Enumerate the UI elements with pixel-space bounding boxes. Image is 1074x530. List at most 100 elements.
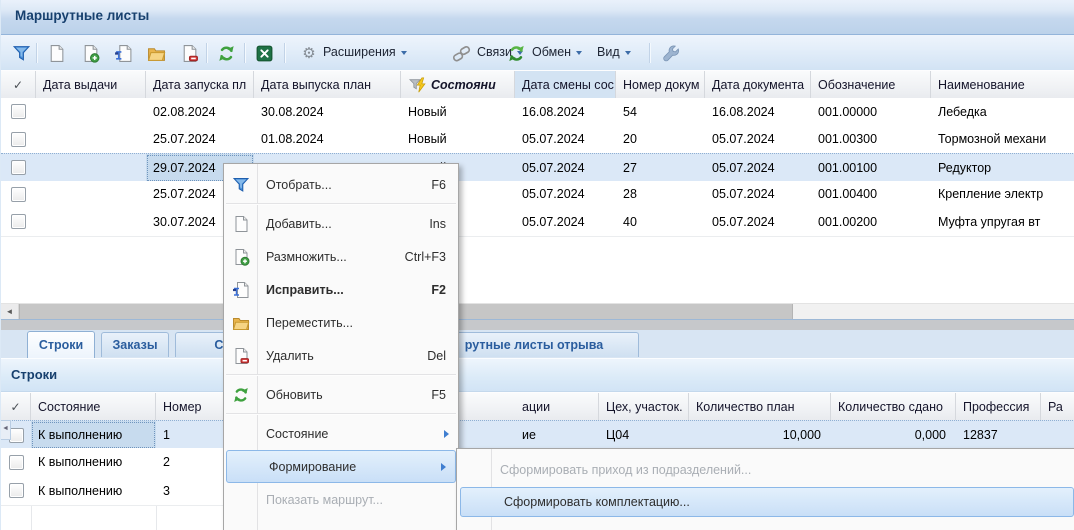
table-cell: 30.08.2024 (254, 98, 401, 126)
new-doc-icon (47, 44, 66, 63)
menu-item-shortcut: Ctrl+F3 (405, 250, 446, 264)
column-header[interactable]: Наименование (931, 71, 1074, 99)
menu-separator (226, 203, 456, 204)
row-checkbox[interactable] (11, 132, 26, 147)
table-cell: 05.07.2024 (515, 181, 616, 209)
table-cell (1, 181, 36, 209)
toolbar: ⚙ Расширения Связи Обмен Вид (1, 35, 1074, 71)
tab-1[interactable]: Строки (27, 331, 95, 358)
row-checkbox[interactable] (9, 483, 24, 498)
menu-item[interactable]: Переместить... (224, 306, 458, 339)
window-title-bar: Маршрутные листы (1, 0, 1074, 35)
scroll-left-button[interactable]: ◄ (1, 304, 19, 320)
table-row[interactable]: 29.07.202401.08.2024Новый05.07.20242705.… (1, 153, 1074, 183)
column-header[interactable]: Цех, участок. (599, 393, 689, 421)
table-cell (36, 181, 146, 209)
splitter-collapse-arrow[interactable]: ◄ (1, 420, 11, 440)
column-header[interactable]: Ра (1041, 393, 1074, 421)
table-row[interactable]: 25.07.202401.08.2024Новый05.07.20242005.… (1, 126, 1074, 155)
duplicate-doc-icon (81, 44, 100, 63)
routing-sheets-table: ✓ Дата выдачи Дата запуска пл Дата выпуска … (1, 70, 1074, 236)
menu-item: Показать маршрут... (224, 483, 458, 516)
menu-item-shortcut: F2 (431, 283, 446, 297)
column-header[interactable]: Количество план (689, 393, 831, 421)
column-header-label: Дата запуска пл (153, 78, 246, 92)
menu-item[interactable]: Размножить...Ctrl+F3 (224, 240, 458, 273)
column-header[interactable]: Дата документа (705, 71, 811, 99)
row-checkbox[interactable] (11, 160, 26, 175)
row-checkbox[interactable] (11, 214, 26, 229)
settings-button[interactable] (659, 41, 683, 65)
menu-item[interactable]: ОбновитьF5 (224, 378, 458, 411)
duplicate-button[interactable] (78, 41, 102, 65)
table-cell (36, 98, 146, 126)
column-header[interactable]: Обозначение (811, 71, 931, 99)
table-cell (1, 98, 36, 126)
column-header[interactable]: Номер (156, 393, 226, 421)
column-header[interactable]: ✓ (1, 71, 36, 99)
menu-item[interactable]: Сформировать комплектацию... (460, 487, 1074, 517)
table-row[interactable]: 30.07.2024Новый05.07.20244005.07.2024001… (1, 208, 1074, 237)
table-cell: 001.00300 (811, 126, 931, 154)
table-cell: 001.00000 (811, 98, 931, 126)
context-menu: Отобрать...F6 Добавить...InsРазмножить...… (223, 163, 459, 530)
table-row[interactable]: 02.08.202430.08.2024Новый16.08.20245416.… (1, 98, 1074, 127)
table-row[interactable]: К выполнению1иеЦ0410,0000,00012837 (1, 420, 1074, 450)
delete-button[interactable] (177, 41, 201, 65)
menu-item[interactable]: Добавить...Ins (224, 207, 458, 240)
column-header[interactable]: Количество сдано (831, 393, 956, 421)
menu-item-label: Сформировать комплектацию... (495, 495, 1073, 509)
column-header[interactable]: Состояни (401, 71, 515, 99)
exchange-button[interactable] (504, 41, 528, 65)
menu-item[interactable]: Исправить...F2 (224, 273, 458, 306)
column-header[interactable]: Дата выдачи (36, 71, 146, 99)
exchange-icon (507, 44, 526, 63)
refresh-icon (232, 386, 250, 404)
column-header[interactable]: ✓ (1, 393, 31, 421)
column-header[interactable]: Дата смены сос (515, 71, 616, 99)
links-button[interactable] (449, 41, 473, 65)
duplicate-doc-icon (224, 248, 257, 266)
tab-2[interactable]: Заказы (101, 332, 169, 357)
menu-item[interactable]: Отобрать...F6 (224, 168, 458, 201)
column-header[interactable]: Дата выпуска план (254, 71, 401, 99)
table-cell: 05.07.2024 (705, 181, 811, 209)
column-header-label: Состояние (38, 400, 100, 414)
row-checkbox[interactable] (9, 455, 24, 470)
edit-doc-icon (232, 281, 250, 299)
filter-button[interactable] (9, 41, 33, 65)
chevron-down-icon (576, 51, 582, 55)
column-header[interactable]: Дата запуска пл (146, 71, 254, 99)
menu-item-shortcut: Ins (429, 217, 446, 231)
table-cell: 05.07.2024 (705, 208, 811, 236)
exchange-menu[interactable]: Обмен (532, 35, 582, 70)
table-row[interactable]: 25.07.2024Новый05.07.20242805.07.2024001… (1, 181, 1074, 210)
export-excel-button[interactable] (252, 41, 276, 65)
column-header[interactable]: Состояние (31, 393, 156, 421)
tab-4[interactable]: рутные листы отрыва (429, 332, 639, 357)
menu-item[interactable]: Формирование (226, 450, 456, 483)
column-header[interactable]: Номер докум (616, 71, 705, 99)
horizontal-scrollbar[interactable]: ◄ (1, 303, 1074, 320)
menu-item[interactable]: УдалитьDel (224, 339, 458, 372)
menu-item-shortcut: Del (427, 349, 446, 363)
view-menu[interactable]: Вид (597, 35, 631, 70)
refresh-button[interactable] (214, 41, 238, 65)
menu-item[interactable]: Состояние (224, 417, 458, 450)
filter-icon (232, 176, 250, 194)
move-folder-icon (147, 44, 166, 63)
move-button[interactable] (144, 41, 168, 65)
menu-separator (226, 413, 456, 414)
table-cell: К выполнению (31, 477, 156, 505)
row-checkbox[interactable] (11, 104, 26, 119)
column-header[interactable]: Профессия (956, 393, 1041, 421)
edit-button[interactable] (111, 41, 135, 65)
exchange-label: Обмен (532, 45, 571, 59)
column-header-label: Номер докум (623, 78, 700, 92)
extensions-menu[interactable]: Расширения (323, 35, 407, 70)
extensions-gear[interactable]: ⚙ (297, 41, 321, 65)
row-checkbox[interactable] (11, 187, 26, 202)
add-button[interactable] (44, 41, 68, 65)
table-header: ✓СостояниеНомерацииЦех, участок.Количест… (1, 392, 1074, 422)
column-header-label: Дата выдачи (43, 78, 117, 92)
